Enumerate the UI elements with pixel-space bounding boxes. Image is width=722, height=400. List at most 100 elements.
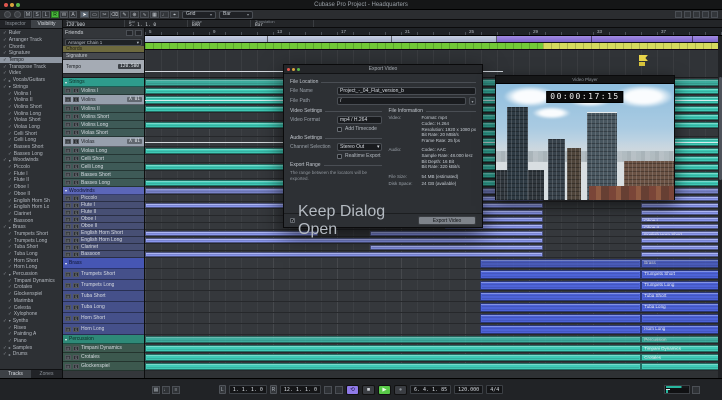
track-header-flute-i[interactable]: M S Flute I <box>63 202 144 209</box>
arranger-section[interactable] <box>267 36 392 42</box>
tool-button[interactable]: ⌫ <box>110 11 119 18</box>
midi-event[interactable] <box>370 244 544 250</box>
track-header-horn-long[interactable]: M S Horn Long <box>63 324 144 335</box>
visibility-item-flute-ii[interactable]: ✓ Flute II <box>0 177 62 184</box>
check-icon[interactable]: ✓ <box>8 117 12 123</box>
sync-icon[interactable]: ≡ <box>172 385 180 394</box>
track-header-trumpets-short[interactable]: M S Trumpets Short <box>63 269 144 280</box>
track-header-basses-short[interactable]: M S Basses Short <box>63 171 144 179</box>
timeline-ruler[interactable]: 5 9 13 17 21 25 29 33 37 <box>145 28 722 36</box>
solo-button[interactable]: S <box>73 216 79 222</box>
visibility-item-vocals-guitars[interactable]: ✓ ▸ Vocals/Guitars <box>0 77 62 84</box>
metronome-icon[interactable]: ♩ <box>162 385 170 394</box>
punch-in-button[interactable] <box>324 385 332 394</box>
mute-button[interactable]: M <box>65 122 71 127</box>
solo-button[interactable]: S <box>73 195 79 201</box>
solo-button[interactable]: S <box>73 172 79 177</box>
keep-dialog-open-checkbox[interactable]: ✓ <box>290 218 295 223</box>
arranger-section[interactable] <box>145 36 268 42</box>
visibility-item-transpose-track[interactable]: ✓ Transpose Track <box>0 63 62 70</box>
solo-button[interactable]: S <box>73 148 79 153</box>
check-icon[interactable]: ✓ <box>8 258 12 264</box>
workspace-button[interactable] <box>684 11 691 18</box>
midi-event[interactable] <box>641 237 722 243</box>
visibility-item-tuba-short[interactable]: ✓ Tuba Short <box>0 244 62 251</box>
tool-button[interactable]: ▭ <box>90 11 99 18</box>
workspace-button[interactable] <box>693 11 700 18</box>
solo-button[interactable]: S <box>73 122 79 127</box>
record-button[interactable]: ● <box>394 384 407 395</box>
tool-button[interactable]: ∿ <box>140 11 149 18</box>
chevron-down-icon[interactable]: ▾ <box>9 158 11 163</box>
solo-button[interactable]: S <box>73 223 79 229</box>
check-icon[interactable]: ✓ <box>8 97 12 103</box>
solo-button[interactable]: S <box>73 139 79 144</box>
check-icon[interactable]: ✓ <box>3 37 7 43</box>
solo-button[interactable]: S <box>73 282 79 288</box>
visibility-item-trumpets-long[interactable]: ✓ Trumpets Long <box>0 237 62 244</box>
check-icon[interactable]: ✓ <box>8 104 12 110</box>
visibility-item-crotales[interactable]: ✓ Crotales <box>0 284 62 291</box>
solo-button[interactable]: S <box>73 244 79 250</box>
grid-type-select[interactable]: Grid ▾ <box>182 10 216 19</box>
track-header-violins-ii[interactable]: M S Violins II <box>63 105 144 113</box>
mute-button[interactable]: M <box>65 293 71 299</box>
solo-button[interactable]: S <box>73 97 79 102</box>
mute-button[interactable]: M <box>65 251 71 257</box>
track-lane-glockenspiel[interactable] <box>145 362 722 371</box>
track-header-oboe-ii[interactable]: M S Oboe II <box>63 223 144 230</box>
check-icon[interactable]: ✓ <box>3 224 7 230</box>
mute-button[interactable]: M <box>65 148 71 153</box>
track-header-violins-long[interactable]: M S Violins Long <box>63 121 144 129</box>
check-icon[interactable]: ✓ <box>8 211 12 217</box>
check-icon[interactable]: ✓ <box>8 111 12 117</box>
realtime-export-checkbox[interactable] <box>337 153 342 159</box>
check-icon[interactable]: ✓ <box>8 338 12 344</box>
check-icon[interactable]: ✓ <box>3 57 7 63</box>
track-header-chords[interactable]: Chords <box>63 46 144 53</box>
visibility-item-percussion[interactable]: ✓ ▾ Percussion <box>0 271 62 278</box>
check-icon[interactable]: ✓ <box>8 231 12 237</box>
midi-event[interactable] <box>145 353 642 361</box>
track-header-english-horn-short[interactable]: M S English Horn Short <box>63 230 144 237</box>
workspace-button[interactable] <box>675 11 682 18</box>
video-format-value[interactable]: mp4 / H.264 <box>337 116 383 124</box>
list-icon[interactable] <box>135 30 142 36</box>
track-header-tuba-long[interactable]: M S Tuba Long <box>63 302 144 313</box>
midi-event[interactable]: Trumpets Long <box>641 280 722 290</box>
mute-button[interactable]: M <box>65 180 71 185</box>
midi-event[interactable]: Horn Long <box>641 324 722 334</box>
tool-button[interactable]: ▦ <box>150 11 159 18</box>
track-lane-brass[interactable]: Brass <box>145 258 722 269</box>
chevron-down-icon[interactable]: ▾ <box>9 272 11 277</box>
arranger-section[interactable] <box>496 36 593 42</box>
solo-button[interactable]: S <box>73 354 79 360</box>
check-icon[interactable]: ✓ <box>8 177 12 183</box>
filter-icon[interactable] <box>126 30 133 36</box>
track-header-glockenspiel[interactable]: M S Glockenspiel <box>63 362 144 371</box>
mute-button[interactable]: M <box>65 97 71 102</box>
solo-button[interactable]: S <box>73 237 79 243</box>
check-icon[interactable]: ✓ <box>8 144 12 150</box>
tab-visibility[interactable]: Visibility <box>31 20 62 28</box>
mute-button[interactable]: M <box>65 216 71 222</box>
track-header-oboe-i[interactable]: M S Oboe I <box>63 216 144 223</box>
track-header-timpani-dynamics[interactable]: M S Timpani Dynamics <box>63 344 144 353</box>
tool-button[interactable]: ⊕ <box>130 11 139 18</box>
mute-button[interactable]: M <box>65 209 71 215</box>
solo-button[interactable]: S <box>73 130 79 135</box>
toolbar-letter-l[interactable]: L <box>42 11 50 18</box>
check-icon[interactable]: ✓ <box>8 91 12 97</box>
tempo-display[interactable]: 120.000 <box>454 385 484 394</box>
track-header-trumpets-long[interactable]: M S Trumpets Long <box>63 280 144 291</box>
solo-button[interactable]: S <box>73 88 79 93</box>
midi-event[interactable] <box>479 291 642 301</box>
visibility-item-celli-short[interactable]: ✓ Celli Short <box>0 130 62 137</box>
visibility-item-drums[interactable]: ✓ ▸ Drums <box>0 351 62 358</box>
visibility-item-marimba[interactable]: ✓ Marimba <box>0 298 62 305</box>
mute-button[interactable]: M <box>65 223 71 229</box>
check-icon[interactable]: ✓ <box>3 318 7 324</box>
visibility-item-oboe-i[interactable]: ✓ Oboe I <box>0 184 62 191</box>
track-header-horn-short[interactable]: M S Horn Short <box>63 313 144 324</box>
file-name-input[interactable]: Project_-_04_Flat_version_b <box>337 87 476 95</box>
